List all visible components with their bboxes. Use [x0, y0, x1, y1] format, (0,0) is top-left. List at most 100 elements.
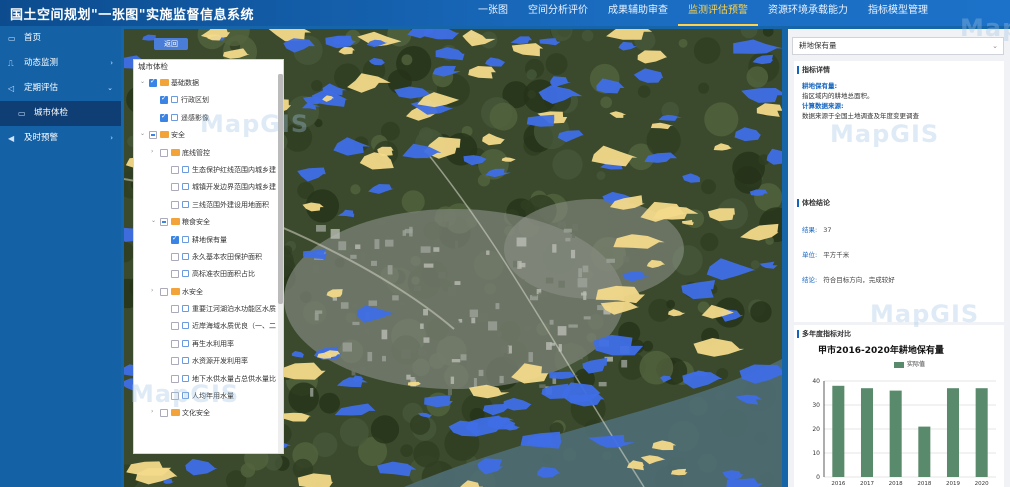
- tree-node[interactable]: 人均年用水量: [134, 387, 283, 404]
- tree-node-label: 基础数据: [171, 79, 199, 87]
- bar[interactable]: [889, 390, 902, 477]
- tree-expand-icon[interactable]: ›: [151, 287, 153, 294]
- tree-node[interactable]: ⌄ 粮食安全: [134, 213, 283, 230]
- tree-checkbox[interactable]: [160, 218, 168, 227]
- bar[interactable]: [918, 426, 931, 477]
- sidebar-item-1[interactable]: ⎍ 动态监测 ›: [0, 51, 121, 76]
- tree-node[interactable]: ⌄ 基础数据: [134, 74, 283, 91]
- result-row: 单位: 平方千米: [794, 243, 1004, 268]
- result-key: 单位:: [802, 251, 818, 259]
- folder-icon: [160, 131, 169, 139]
- nav-item-1[interactable]: 空间分析评价: [518, 0, 598, 26]
- tree-node[interactable]: 近岸海域水质优良（一、二: [134, 317, 283, 334]
- tree-checkbox[interactable]: [149, 131, 157, 140]
- y-tick-label: 0: [816, 474, 820, 481]
- indicator-detail-box: 指标详情 耕地保有量: 指区域内的耕地总面积。 计算数据来源: 数据来源于全国土…: [794, 61, 1004, 211]
- source-text: 数据来源于全国土地调查及年度变更调查: [802, 112, 919, 120]
- tree-expand-icon[interactable]: ⌄: [140, 78, 145, 85]
- y-tick-label: 30: [812, 402, 820, 409]
- tree-checkbox[interactable]: [171, 392, 179, 401]
- tree-node[interactable]: › 底线管控: [134, 144, 283, 161]
- sidebar-item-3[interactable]: ▭ 城市体检: [0, 101, 121, 126]
- tree-node[interactable]: 再生水利用率: [134, 335, 283, 352]
- nav-item-5[interactable]: 指标模型管理: [858, 0, 938, 26]
- tree-node-label: 底线管控: [182, 148, 210, 157]
- compare-box: 多年度指标对比 甲市2016-2020年耕地保有量 实际值 0 10 20 30 40 2…: [794, 325, 1004, 487]
- tree-checkbox[interactable]: [171, 165, 179, 174]
- tree-expand-icon[interactable]: ›: [151, 408, 153, 415]
- top-header: 国土空间规划"一张图"实施监督信息系统 一张图 空间分析评价 成果辅助审查 监测评估预…: [0, 0, 1010, 26]
- layer-icon: [171, 113, 178, 121]
- layer-icon: [182, 305, 189, 313]
- tree-checkbox[interactable]: [171, 234, 179, 244]
- sidebar-item-label: 及时预警: [24, 133, 59, 143]
- indicator-select[interactable]: 耕地保有量 ⌄: [792, 37, 1004, 55]
- map-back-button[interactable]: 返回: [154, 38, 188, 50]
- x-tick-label: 2020: [975, 481, 989, 487]
- tree-checkbox[interactable]: [171, 322, 179, 331]
- tree-checkbox[interactable]: [160, 409, 168, 418]
- tree-checkbox[interactable]: [171, 270, 179, 279]
- tree-checkbox[interactable]: [149, 77, 157, 87]
- tree-node[interactable]: 耕地保有量: [134, 231, 283, 248]
- tree-expand-icon[interactable]: ⌄: [151, 217, 156, 224]
- tree-checkbox[interactable]: [160, 287, 168, 296]
- layer-tree-scroll-thumb[interactable]: [278, 74, 283, 304]
- result-value: 37: [823, 226, 832, 234]
- nav-item-4[interactable]: 资源环境承载能力: [758, 0, 858, 26]
- layer-icon: [182, 165, 189, 173]
- tree-node[interactable]: › 水安全: [134, 283, 283, 300]
- bar[interactable]: [975, 388, 988, 477]
- tree-node[interactable]: 高标准农田面积占比: [134, 265, 283, 282]
- tree-node[interactable]: 行政区划: [134, 91, 283, 108]
- tree-node[interactable]: 地下水供水量占总供水量比: [134, 370, 283, 387]
- nav-item-3[interactable]: 监测评估预警: [678, 0, 758, 26]
- indicator-select-value: 耕地保有量: [799, 41, 837, 50]
- tree-node[interactable]: › 文化安全: [134, 404, 283, 421]
- tree-checkbox[interactable]: [171, 305, 179, 314]
- monitor-icon: ▭: [8, 34, 16, 43]
- tree-node[interactable]: 三线范围外建设用地面积: [134, 196, 283, 213]
- tree-expand-icon[interactable]: ⌄: [140, 130, 145, 137]
- bar[interactable]: [832, 385, 845, 477]
- layer-icon: [182, 270, 189, 278]
- tree-checkbox[interactable]: [171, 357, 179, 366]
- tree-checkbox[interactable]: [160, 148, 168, 157]
- layer-icon: [182, 235, 189, 243]
- tree-checkbox[interactable]: [160, 112, 168, 122]
- tree-expand-icon[interactable]: ›: [151, 148, 153, 155]
- tree-node[interactable]: 永久基本农田保护面积: [134, 248, 283, 265]
- folder-icon: [171, 287, 180, 295]
- layer-icon: [182, 183, 189, 191]
- sidebar-item-label: 城市体检: [34, 108, 69, 118]
- nav-item-0[interactable]: 一张图: [468, 0, 518, 26]
- screen-icon: ▭: [18, 109, 26, 118]
- tree-checkbox[interactable]: [171, 252, 179, 261]
- tree-node-label: 生态保护红线范围内城乡建: [192, 165, 276, 174]
- sidebar-item-4[interactable]: ◀ 及时预警 ›: [0, 126, 121, 151]
- tree-node[interactable]: 水资源开发利用率: [134, 352, 283, 369]
- sidebar-item-2[interactable]: ◁ 定期评估 ⌄: [0, 76, 121, 101]
- tree-node-label: 耕地保有量: [192, 235, 227, 244]
- tree-checkbox[interactable]: [160, 94, 168, 105]
- bar[interactable]: [860, 388, 874, 477]
- tree-checkbox[interactable]: [171, 339, 179, 348]
- tree-node-label: 水资源开发利用率: [192, 357, 248, 366]
- tree-node-label: 粮食安全: [182, 218, 210, 227]
- y-tick-label: 40: [812, 378, 820, 385]
- tree-node[interactable]: 城镇开发边界范围内城乡建: [134, 178, 283, 195]
- nav-item-2[interactable]: 成果辅助审查: [598, 0, 678, 26]
- result-row: 结果: 37: [794, 218, 1004, 243]
- tree-node[interactable]: 重要江河湖泊水功能区水质: [134, 300, 283, 317]
- tree-checkbox[interactable]: [171, 374, 179, 383]
- sidebar-item-0[interactable]: ▭ 首页: [0, 26, 121, 51]
- tree-node[interactable]: 生态保护红线范围内城乡建: [134, 161, 283, 178]
- layer-icon: [182, 200, 189, 208]
- tree-node[interactable]: ⌄ 安全: [134, 126, 283, 143]
- layer-tree-scrollbar[interactable]: [278, 74, 283, 453]
- tree-checkbox[interactable]: [171, 183, 179, 192]
- tree-checkbox[interactable]: [171, 200, 179, 209]
- definition-label: 耕地保有量:: [802, 82, 838, 90]
- tree-node[interactable]: 遥感影像: [134, 109, 283, 126]
- bar[interactable]: [946, 388, 960, 477]
